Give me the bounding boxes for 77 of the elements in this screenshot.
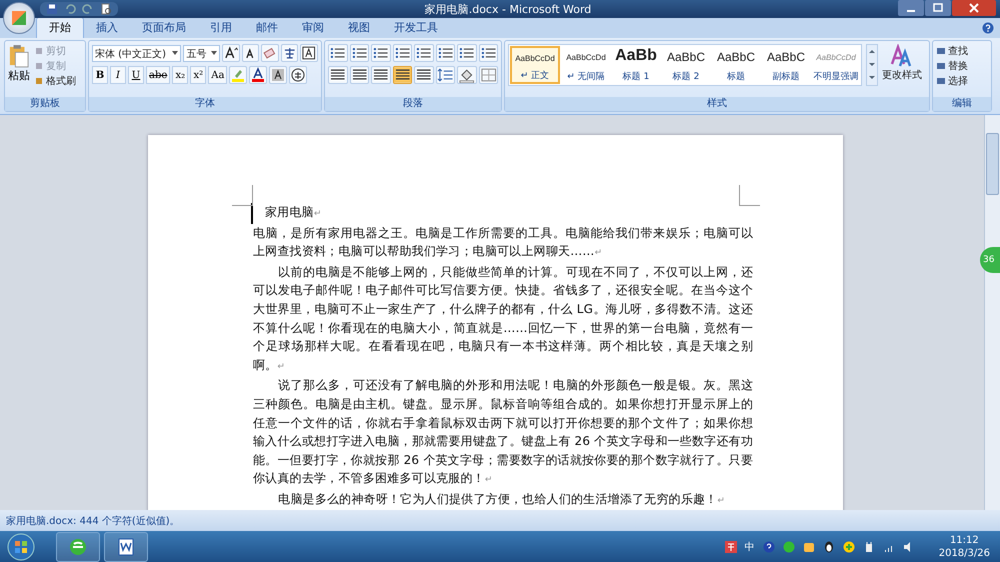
character-border-icon[interactable]	[300, 44, 318, 62]
format-button[interactable]: I	[110, 66, 126, 84]
align-center-icon[interactable]	[350, 66, 369, 84]
ribbon-tab[interactable]: 插入	[84, 18, 130, 38]
help-icon[interactable]	[762, 540, 775, 552]
vertical-scrollbar[interactable]	[984, 115, 1000, 510]
save-icon[interactable]	[46, 3, 58, 15]
clock-time: 11:12	[950, 534, 979, 546]
group-label: 样式	[707, 98, 727, 109]
clipboard-item[interactable]: 格式刷	[34, 74, 76, 88]
caret-icon	[211, 51, 218, 55]
help-icon[interactable]	[982, 22, 994, 34]
ribbon-tab[interactable]: 审阅	[290, 18, 336, 38]
print-preview-icon[interactable]	[100, 3, 112, 15]
paste-button[interactable]: 粘贴	[8, 44, 30, 94]
penguin-icon[interactable]	[822, 540, 835, 552]
ribbon-tab[interactable]: 邮件	[244, 18, 290, 38]
grow-font-icon[interactable]	[222, 44, 240, 62]
paragraph: 家用电脑↵	[251, 203, 753, 224]
plus-icon[interactable]	[842, 540, 855, 552]
bullets-icon[interactable]	[328, 44, 348, 62]
word-taskbar-icon[interactable]	[104, 532, 148, 562]
format-button[interactable]: U	[128, 66, 144, 84]
paragraph: 电脑是多么的神奇呀！它为人们提供了方便，也给人们的生活增添了无穷的乐趣！↵	[277, 490, 726, 508]
font-name-dropdown[interactable]: 宋体 (中文正文)	[92, 44, 182, 62]
change-styles-button[interactable]: 更改样式	[882, 44, 922, 94]
align-left-icon[interactable]	[328, 66, 348, 84]
font-color-icon[interactable]	[249, 66, 268, 84]
paragraph: 说了那么多，可还没有了解电脑的外形和用法呢！电脑的外形颜色一般是银。灰。黑这三种颜色。电脑是由主机。键盘。显示屏。鼠标音响等组合成的。如果你想打开显示屏上的任意一个文件的话，你就右手拿着鼠标双击两下就可以打开你想要的那个文件了；如果你想输入什么或想打字进入电脑，那就需要用键盘了。键盘上有 26 个英文字母和一些数字还有功能。一但要打字，你就按那 26 个英文字母；需要数字的话就按你要的那个数字就行了。只要你认真的去学，不管多困难多可以克服的！↵	[253, 377, 753, 488]
ime-mode[interactable]: 中	[744, 540, 755, 554]
paragraph: 以前的电脑是不能够上网的，只能做些简单的计算。可现在不同了，不仅可以上网，还可以发电子邮件呢！电子邮件可比写信要方便。快捷。省钱多了，还很安全呢。在当今这个大世界里，电脑可不止一家生产了，什么牌子的都有，什么 LG。海儿呀，多得数不清。这还不算什么呢！你看现在的电脑大小，简直就是……回忆一下，世界的第一台电脑，竟然有一个足球场那样大呢。在看看现在吧，电脑只有一本书这样薄。两个相比较，真是天壤之别啊。↵	[253, 264, 753, 374]
gallery-scroll[interactable]	[866, 44, 878, 86]
maximize-button[interactable]	[925, 0, 951, 16]
ribbon-tab[interactable]: 引用	[198, 18, 244, 38]
close-button[interactable]	[952, 0, 996, 16]
enclose-character-icon[interactable]	[289, 66, 308, 84]
line-spacing-icon[interactable]	[436, 66, 455, 84]
paint-bucket-icon[interactable]	[457, 66, 476, 84]
group-label: 段落	[403, 98, 423, 109]
browser-taskbar-icon[interactable]	[56, 532, 100, 562]
justify-icon[interactable]	[392, 66, 412, 84]
paragraph: 电脑，是所有家用电器之王。电脑是工作所需要的工具。电脑能给我们带来娱乐；电脑可以上网查找资料；电脑可以帮助我们学习；电脑可以上网聊天……↵	[253, 224, 753, 260]
format-button[interactable]: abe	[146, 66, 170, 84]
group-label: 编辑	[952, 98, 972, 109]
format-button[interactable]: x₂	[172, 66, 188, 84]
ribbon-tab[interactable]: 开始	[36, 17, 84, 38]
editing-item[interactable]: 查找	[936, 44, 988, 58]
crop-mark	[739, 185, 760, 206]
clock[interactable]: 11:12 2018/3/26	[938, 534, 990, 560]
distribute-icon[interactable]	[414, 66, 434, 84]
editing-item[interactable]: 替换	[936, 59, 988, 73]
ribbon-tab[interactable]: 视图	[336, 18, 382, 38]
format-button[interactable]: Aa	[208, 66, 228, 84]
align-right-icon[interactable]	[371, 66, 390, 84]
window-title: 家用电脑.docx - Microsoft Word	[424, 2, 592, 16]
phonetic-guide-icon[interactable]	[280, 44, 298, 62]
group-label: 剪贴板	[30, 98, 60, 109]
clear-format-icon[interactable]	[261, 44, 279, 62]
caret-icon	[172, 51, 178, 55]
ribbon-tab[interactable]: 开发工具	[382, 18, 450, 38]
start-button[interactable]	[6, 532, 36, 562]
clock-date: 2018/3/26	[938, 546, 990, 560]
crop-mark	[232, 185, 253, 206]
letters-a-icon	[890, 44, 914, 68]
character-shading-icon[interactable]	[269, 66, 288, 84]
group-label: 字体	[195, 98, 215, 109]
ribbon-tab[interactable]: 页面布局	[130, 18, 198, 38]
format-button[interactable]: x²	[190, 66, 206, 84]
status-text: 家用电脑.docx: 444 个字符(近似值)。	[6, 514, 180, 528]
format-button[interactable]: B	[92, 66, 108, 84]
office-button[interactable]	[3, 2, 35, 34]
minimize-button[interactable]	[898, 0, 924, 16]
editing-item[interactable]: 选择	[936, 74, 988, 88]
shrink-font-icon[interactable]	[242, 44, 260, 62]
input-method-icon[interactable]	[724, 540, 737, 552]
style-swatch[interactable]: AaBbCcDd ↵ 正文	[510, 46, 560, 84]
font-size-dropdown[interactable]: 五号	[183, 44, 220, 62]
